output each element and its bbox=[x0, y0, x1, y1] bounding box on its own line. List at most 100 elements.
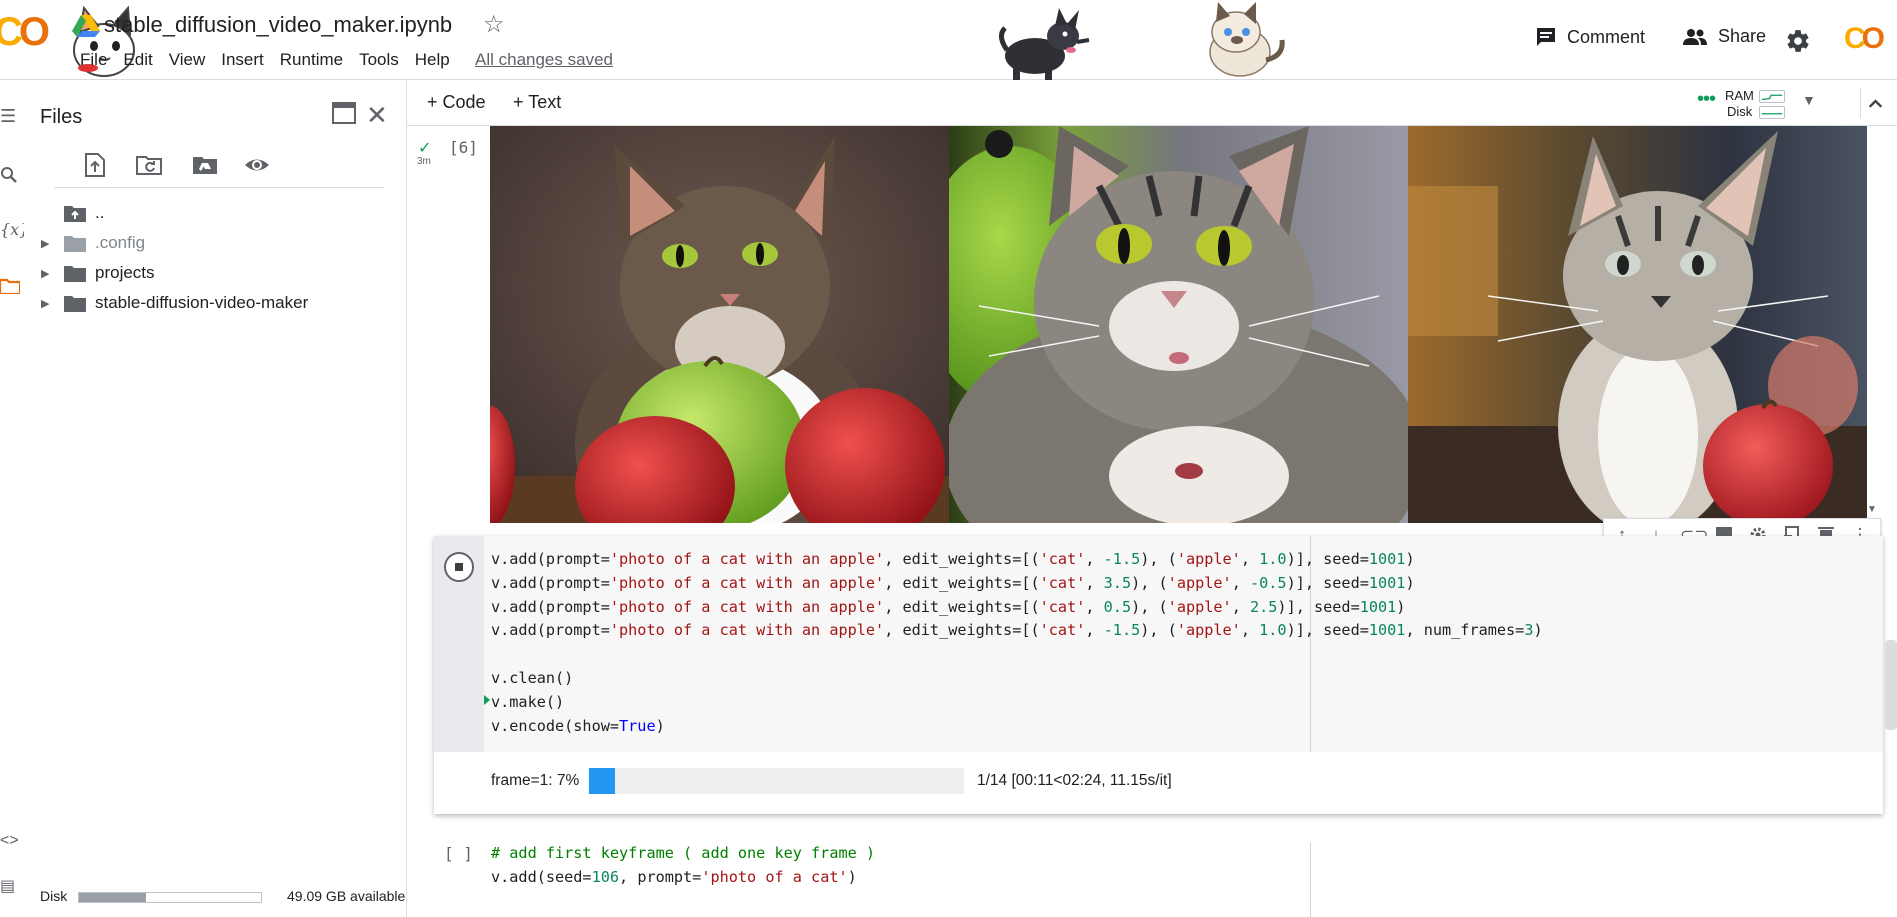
output-image-cat-kitten bbox=[1408, 126, 1867, 523]
left-rail: ☰ {x} <> ▤ bbox=[0, 80, 29, 917]
output-scroll-down-icon[interactable]: ▼ bbox=[1867, 504, 1877, 515]
colab-logo[interactable]: CO bbox=[0, 10, 50, 55]
mount-drive-icon[interactable] bbox=[192, 152, 218, 178]
upload-file-icon[interactable] bbox=[82, 152, 108, 178]
code-line: v.make() bbox=[491, 692, 565, 711]
expand-caret-icon[interactable]: ▶ bbox=[41, 297, 49, 310]
stop-execution-button[interactable] bbox=[444, 552, 474, 582]
google-drive-icon[interactable] bbox=[72, 14, 100, 38]
menu-help[interactable]: Help bbox=[407, 50, 458, 70]
progress-output: frame=1: 7% 1/14 [00:11<02:24, 11.15s/it… bbox=[491, 768, 1291, 794]
code-line: v.add(prompt='photo of a cat with an app… bbox=[491, 597, 1406, 616]
code-line: v.add(prompt='photo of a cat with an app… bbox=[491, 550, 1415, 568]
add-code-cell-button[interactable]: + Code bbox=[427, 92, 486, 113]
chevron-down-icon[interactable]: ▼ bbox=[1802, 92, 1816, 108]
share-label: Share bbox=[1718, 26, 1767, 46]
save-status-link[interactable]: All changes saved bbox=[475, 50, 613, 70]
people-icon bbox=[1683, 28, 1707, 45]
comment-icon bbox=[1537, 28, 1555, 46]
command-palette-icon[interactable]: ▤ bbox=[0, 876, 20, 896]
files-panel: Files ✕ .. ▶ .config ▶ projects ▶ stable… bbox=[24, 80, 407, 917]
close-icon[interactable]: ✕ bbox=[366, 100, 388, 131]
notebook-toolbar: + Code + Text ••• RAM Disk ▼ bbox=[407, 80, 1897, 126]
progress-label: frame=1: 7% bbox=[491, 772, 580, 789]
progress-bar-fill bbox=[589, 768, 616, 794]
output-image-cat-closeup bbox=[949, 126, 1408, 523]
code-line: v.add(seed=106, prompt='photo of a cat') bbox=[491, 867, 857, 886]
colab-logo-account[interactable]: CO bbox=[1844, 22, 1885, 56]
tree-item-config[interactable]: ▶ .config bbox=[24, 228, 404, 258]
connected-status-icon: ••• bbox=[1697, 88, 1716, 110]
comment-button[interactable]: Comment bbox=[1535, 26, 1645, 48]
code-line: v.add(prompt='photo of a cat with an app… bbox=[491, 573, 1415, 592]
menu-tools[interactable]: Tools bbox=[351, 50, 407, 70]
notebook-title[interactable]: stable_diffusion_video_maker.ipynb bbox=[104, 12, 452, 38]
tree-item-label: projects bbox=[95, 263, 155, 282]
ram-graph-icon bbox=[1759, 90, 1785, 103]
search-icon[interactable] bbox=[0, 166, 20, 184]
code-lines[interactable]: # add first keyframe ( add one key frame… bbox=[491, 842, 875, 890]
code-cell-running: v.add(prompt='photo of a cat with an app… bbox=[434, 536, 1883, 814]
expand-caret-icon[interactable]: ▶ bbox=[41, 267, 49, 280]
menu-insert[interactable]: Insert bbox=[213, 50, 272, 70]
refresh-folder-icon[interactable] bbox=[136, 152, 162, 178]
menu-runtime[interactable]: Runtime bbox=[272, 50, 351, 70]
disk-usage-bar bbox=[78, 892, 262, 903]
folder-icon bbox=[64, 236, 86, 252]
comment-label: Comment bbox=[1567, 26, 1646, 47]
share-button[interactable]: Share bbox=[1682, 26, 1766, 47]
code-editor[interactable]: v.add(prompt='photo of a cat with an app… bbox=[484, 536, 1883, 752]
code-snippets-icon[interactable]: <> bbox=[0, 832, 20, 850]
table-of-contents-icon[interactable]: ☰ bbox=[0, 106, 20, 127]
code-line: v.add(prompt='photo of a cat with an app… bbox=[491, 621, 1543, 640]
tree-item-parent[interactable]: .. bbox=[24, 198, 404, 228]
collapse-header-icon[interactable] bbox=[1860, 88, 1890, 118]
add-text-cell-button[interactable]: + Text bbox=[513, 92, 561, 113]
ram-label: RAM bbox=[1725, 88, 1754, 103]
code-line: v.clean() bbox=[491, 668, 574, 687]
header: CO stable_diffusion_video_maker.ipynb ☆ … bbox=[0, 0, 1897, 82]
menu-view[interactable]: View bbox=[161, 50, 214, 70]
code-line: # add first keyframe ( add one key frame… bbox=[491, 844, 876, 862]
folder-icon[interactable] bbox=[0, 278, 20, 294]
disk-usage: Disk 49.09 GB available bbox=[40, 886, 410, 908]
variables-icon[interactable]: {x} bbox=[0, 220, 29, 239]
disk-available-text: 49.09 GB available bbox=[287, 888, 406, 904]
disk-graph-icon bbox=[1759, 106, 1785, 119]
settings-gear-icon[interactable] bbox=[1785, 28, 1811, 54]
open-in-tab-icon[interactable] bbox=[332, 102, 356, 124]
files-toolbar bbox=[54, 146, 384, 188]
execution-count[interactable]: [ ] bbox=[444, 844, 473, 863]
progress-bar bbox=[589, 768, 964, 794]
tree-item-label: .. bbox=[95, 203, 105, 222]
notebook-area: ✓ 3m [6] ▼ ↑ ↓ ⊂⊃ ⋮ v.add(prompt='photo … bbox=[407, 126, 1897, 917]
disk-usage-fill bbox=[79, 893, 147, 902]
runtime-resources[interactable]: ••• RAM Disk bbox=[1697, 86, 1847, 120]
output-image-cat-green-apple bbox=[490, 126, 949, 523]
menu-bar: File Edit View Insert Runtime Tools Help bbox=[72, 50, 458, 70]
show-hidden-files-icon[interactable] bbox=[244, 152, 270, 178]
siamese-cat-mascot-icon bbox=[1209, 2, 1285, 77]
execution-count[interactable]: [6] bbox=[449, 138, 478, 157]
disk-resource-label: Disk bbox=[1727, 104, 1753, 119]
disk-usage-label: Disk bbox=[40, 888, 68, 904]
folder-icon bbox=[64, 296, 86, 312]
menu-file[interactable]: File bbox=[72, 50, 115, 70]
code-line: v.encode(show=True) bbox=[491, 716, 665, 735]
code-lines: v.add(prompt='photo of a cat with an app… bbox=[491, 548, 1543, 738]
expand-caret-icon[interactable]: ▶ bbox=[41, 237, 49, 250]
files-panel-title: Files bbox=[40, 106, 83, 128]
tree-item-stable-diffusion-video-maker[interactable]: ▶ stable-diffusion-video-maker bbox=[24, 288, 404, 318]
code-cell: [ ] # add first keyframe ( add one key f… bbox=[434, 830, 1883, 917]
menu-edit[interactable]: Edit bbox=[115, 50, 160, 70]
current-line-marker-icon bbox=[484, 695, 490, 705]
execution-time: 3m bbox=[417, 156, 431, 167]
folder-up-icon bbox=[64, 206, 86, 222]
cell-output-images bbox=[490, 126, 1867, 523]
tree-item-projects[interactable]: ▶ projects bbox=[24, 258, 404, 288]
star-icon[interactable]: ☆ bbox=[483, 10, 505, 39]
notebook-scrollbar[interactable] bbox=[1885, 640, 1897, 730]
success-check-icon: ✓ bbox=[418, 140, 432, 157]
file-tree: .. ▶ .config ▶ projects ▶ stable-diffusi… bbox=[24, 198, 404, 318]
